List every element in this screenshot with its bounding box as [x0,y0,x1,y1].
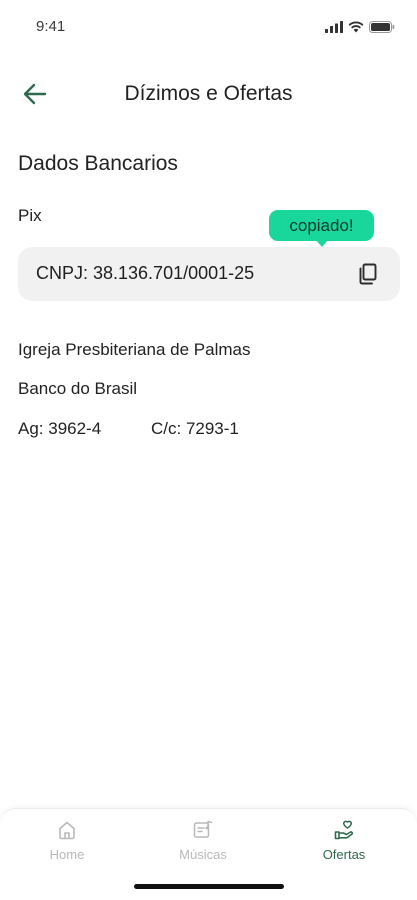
header: Dízimos e Ofertas [0,72,417,116]
church-name: Igreja Presbiteriana de Palmas [18,340,251,359]
tab-offers-label: Ofertas [322,847,366,862]
battery-icon [369,21,395,33]
tab-offers[interactable]: Ofertas [289,819,399,862]
status-bar: 9:41 [0,0,417,54]
page-title: Dízimos e Ofertas [124,82,293,105]
agency-number: Ag: 3962-4 [18,419,102,438]
bank-name: Banco do Brasil [18,379,138,398]
tab-home-label: Home [49,847,85,862]
copy-button[interactable] [356,262,380,286]
screen: 9:41 Dízimos e Ofertas Dados Bancarios P… [0,0,417,900]
status-icons [325,21,395,33]
home-icon [59,821,75,840]
tooltip-arrow [316,240,328,247]
pix-key: CNPJ: 38.136.701/0001-25 [36,263,255,283]
tab-home[interactable]: Home [12,819,122,862]
copied-tooltip: copiado! [269,210,374,241]
section-title: Dados Bancarios [18,152,178,175]
copy-icon [359,263,377,285]
tab-music-label: Músicas [179,847,227,862]
pix-key-card: CNPJ: 38.136.701/0001-25 [18,247,400,301]
music-icon [193,820,213,838]
account-number: C/c: 7293-1 [151,419,239,438]
signal-icon [325,21,343,33]
tab-music[interactable]: Músicas [148,819,258,862]
pix-label: Pix [18,206,42,225]
home-indicator [134,884,284,889]
offering-icon [334,820,354,840]
status-time: 9:41 [36,18,66,35]
wifi-icon [348,21,364,33]
